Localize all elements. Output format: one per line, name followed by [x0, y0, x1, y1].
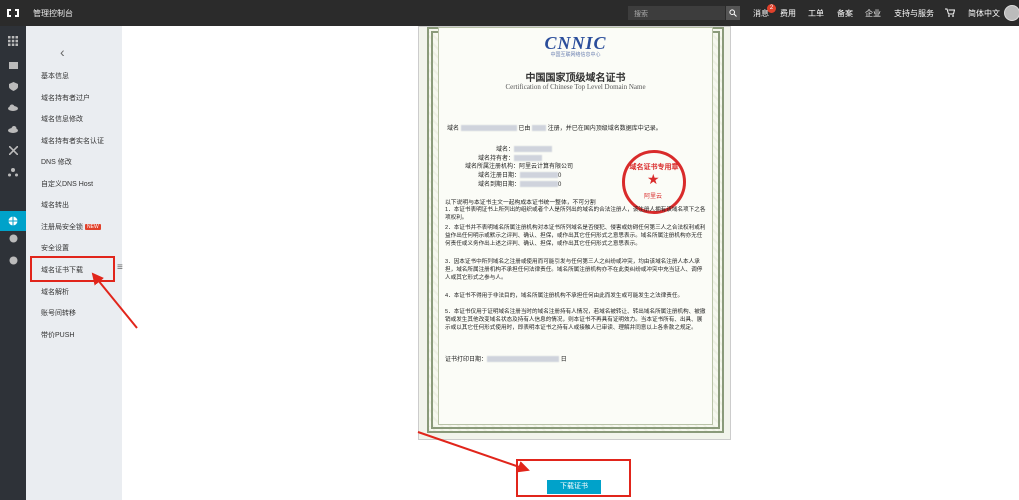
annotation-arrows — [91, 272, 530, 473]
scrollbar[interactable] — [1012, 26, 1019, 500]
annotation-arrow-sidebar — [91, 272, 138, 329]
annotation-arrow-download — [417, 431, 530, 473]
